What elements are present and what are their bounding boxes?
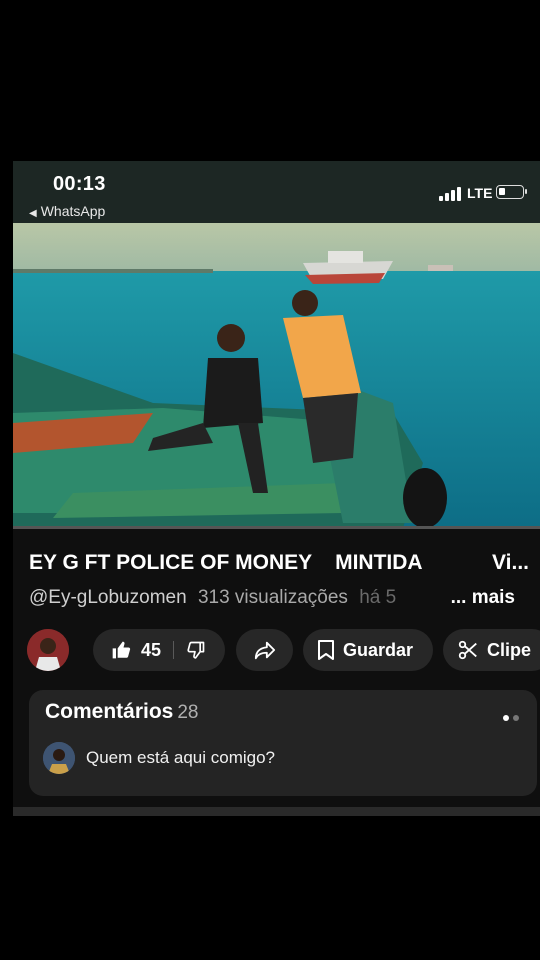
back-arrow-icon: ◀ <box>29 208 37 219</box>
save-label: Guardar <box>343 639 414 660</box>
share-button[interactable] <box>236 629 293 671</box>
scissors-icon <box>457 639 479 661</box>
like-count[interactable]: 45 <box>141 640 161 661</box>
channel-handle[interactable]: @Ey-gLobuzomen <box>29 587 187 608</box>
video-player[interactable] <box>13 223 540 528</box>
clip-button[interactable]: Clipe <box>443 629 540 671</box>
thumbs-down-icon[interactable] <box>186 640 206 660</box>
share-icon <box>254 639 276 661</box>
more-description-link[interactable]: ... mais <box>446 587 515 609</box>
phone-screen: 00:13 ◀ WhatsApp LTE EY G FT POLICE OF M… <box>13 161 540 816</box>
bookmark-icon <box>317 639 335 661</box>
signal-icon <box>439 185 463 201</box>
bottom-divider <box>13 807 540 816</box>
back-label: WhatsApp <box>40 203 106 219</box>
comments-title: Comentários <box>45 700 174 723</box>
comment-prompt[interactable]: Quem está aqui comigo? <box>86 748 275 768</box>
title-text: EY G FT POLICE OF MONEY MINTIDA <box>29 551 423 574</box>
video-title[interactable]: EY G FT POLICE OF MONEY MINTIDA Vi... <box>29 551 529 575</box>
status-bar: 00:13 ◀ WhatsApp LTE <box>13 161 540 223</box>
channel-avatar[interactable] <box>27 629 69 671</box>
video-frame <box>13 223 540 528</box>
view-count: 313 visualizações <box>197 587 348 608</box>
commenter-avatar <box>43 742 75 774</box>
battery-icon <box>496 185 527 199</box>
clip-label: Clipe <box>487 639 532 660</box>
back-to-whatsapp[interactable]: ◀ WhatsApp <box>29 203 105 219</box>
clock: 00:13 <box>53 173 106 195</box>
comments-heading: Comentários 28 <box>45 700 199 724</box>
video-meta[interactable]: @Ey-gLobuzomen 313 visualizações há 5 ..… <box>29 587 529 609</box>
save-button[interactable]: Guardar <box>303 629 433 671</box>
like-divider <box>173 641 175 659</box>
upload-age: há 5 <box>359 587 397 608</box>
carousel-dots <box>499 708 519 726</box>
title-overflow: Vi... <box>492 551 529 574</box>
comments-count: 28 <box>177 702 199 723</box>
like-dislike-group: 45 <box>93 629 225 671</box>
thumbs-up-icon[interactable] <box>111 640 131 660</box>
video-progress-bar[interactable] <box>13 526 540 529</box>
network-label: LTE <box>467 185 493 201</box>
comments-panel[interactable]: Comentários 28 Quem está aqui comigo? <box>29 690 537 796</box>
